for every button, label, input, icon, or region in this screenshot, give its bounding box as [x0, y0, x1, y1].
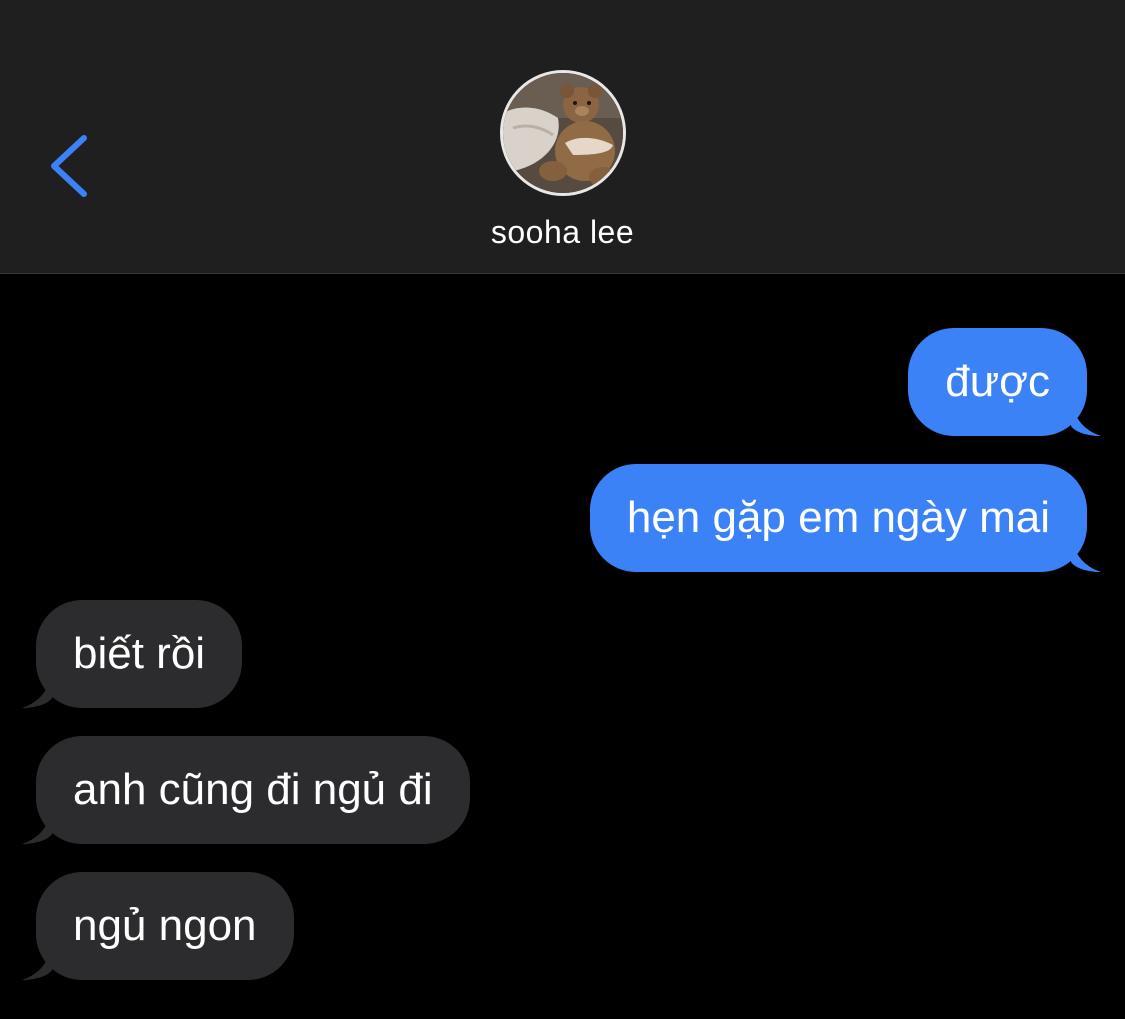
bubble-tail-icon — [1071, 402, 1101, 436]
received-message-bubble[interactable]: anh cũng đi ngủ đi — [22, 736, 470, 844]
message-text: ngủ ngon — [73, 901, 257, 950]
teddy-bear-photo — [503, 73, 623, 193]
contact-avatar[interactable] — [500, 70, 626, 196]
message-text: hẹn gặp em ngày mai — [626, 493, 1050, 542]
received-message-bubble[interactable]: ngủ ngon — [22, 872, 294, 980]
contact-name[interactable]: sooha lee — [0, 214, 1125, 251]
message-text: được — [945, 357, 1050, 406]
bubble-tail-icon — [22, 946, 52, 980]
message-text: anh cũng đi ngủ đi — [73, 765, 433, 814]
received-message-bubble[interactable]: biết rồi — [22, 600, 243, 708]
sent-message-bubble[interactable]: được — [908, 328, 1101, 436]
sent-message-bubble[interactable]: hẹn gặp em ngày mai — [589, 464, 1101, 572]
back-button[interactable] — [40, 126, 100, 206]
message-thread: được hẹn gặp em ngày mai biết rồi anh cũ… — [0, 274, 1125, 1019]
message-text: biết rồi — [73, 629, 206, 678]
bubble-tail-icon — [22, 810, 52, 844]
bubble-tail-icon — [22, 674, 52, 708]
chevron-left-icon — [51, 135, 87, 197]
conversation-header: sooha lee — [0, 0, 1125, 274]
bubble-tail-icon — [1071, 538, 1101, 572]
message-screen: sooha lee được hẹn gặp em ngày mai biết … — [0, 0, 1125, 1019]
